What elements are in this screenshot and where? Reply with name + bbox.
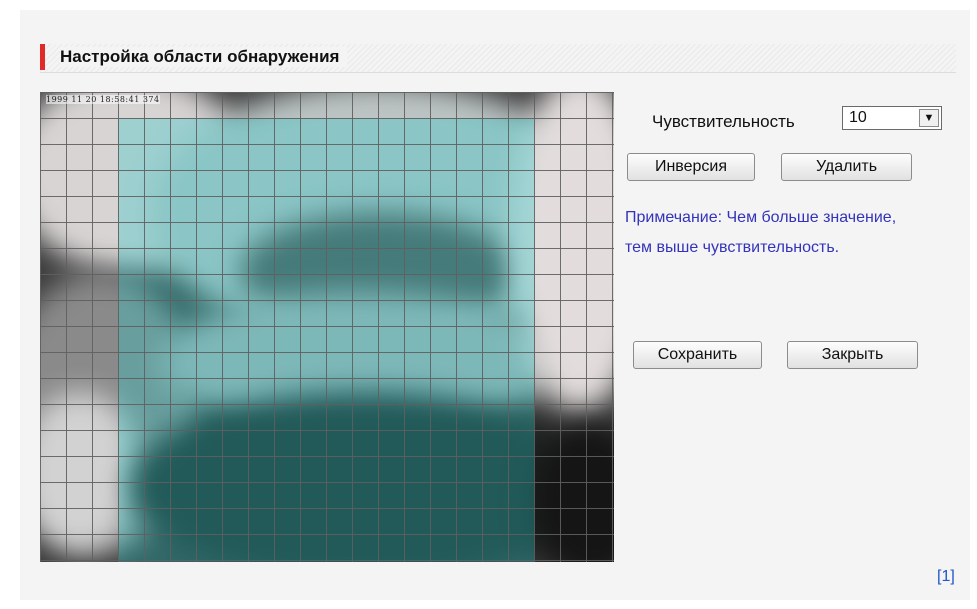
note-line-1: Примечание: Чем больше значение, [625, 209, 897, 226]
note-line-2: тем выше чувствительность. [625, 239, 840, 256]
title-divider [40, 72, 956, 73]
title-marker [40, 44, 45, 70]
camera-timestamp: 1999 11 20 18:58:41 374 [46, 95, 160, 104]
grid-overlay[interactable] [40, 92, 614, 562]
page-link-1[interactable]: [1] [937, 568, 955, 586]
page-title: Настройка области обнаружения [60, 47, 348, 67]
sensitivity-value: 10 [849, 109, 867, 126]
chevron-down-icon[interactable]: ▼ [919, 109, 939, 127]
section-header: Настройка области обнаружения [40, 44, 956, 72]
detection-area-grid[interactable]: 1999 11 20 18:58:41 374 [40, 92, 614, 562]
close-button[interactable]: Закрыть [787, 341, 918, 369]
delete-button[interactable]: Удалить [781, 153, 912, 181]
sensitivity-label: Чувствительность [652, 112, 795, 131]
sensitivity-select[interactable]: 10 ▼ [842, 106, 942, 130]
save-button[interactable]: Сохранить [633, 341, 762, 369]
sensitivity-note: Примечание: Чем больше значение, тем выш… [625, 203, 965, 263]
invert-button[interactable]: Инверсия [627, 153, 755, 181]
